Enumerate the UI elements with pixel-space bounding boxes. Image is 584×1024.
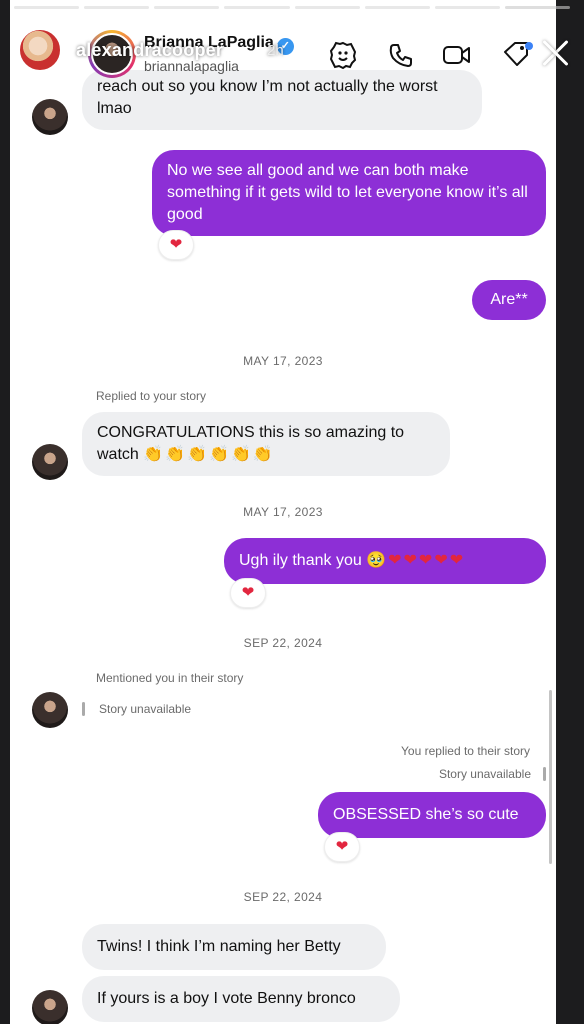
heart-reaction[interactable]: ❤ [324,832,360,862]
message-text: OBSESSED she’s so cute [333,806,519,823]
sender-avatar[interactable] [32,990,68,1024]
message-incoming[interactable]: If yours is a boy I vote Benny bronco [82,976,400,1022]
progress-segment [294,6,360,9]
message-outgoing[interactable]: OBSESSED she’s so cute [318,792,546,838]
story-unavailable-text: Story unavailable [438,767,531,781]
message-incoming[interactable]: CONGRATULATIONS this is so amazing to wa… [82,412,450,476]
story-unavailable-outgoing: Story unavailable [439,767,546,781]
message-outgoing[interactable]: No we see all good and we can both make … [152,150,546,236]
message-outgoing[interactable]: Are** [472,280,546,320]
date-separator: MAY 17, 2023 [243,505,323,519]
progress-segment [434,6,500,9]
date-separator: SEP 22, 2024 [243,890,323,904]
story-author-avatar[interactable] [18,28,62,72]
tag-icon[interactable] [500,38,534,72]
message-text: No we see all good and we can both make … [167,162,528,223]
quote-bar [82,702,85,716]
date-separator: SEP 22, 2024 [243,636,323,650]
message-outgoing[interactable]: Ugh ily thank you 🥹❤❤❤❤❤ [224,538,546,584]
sender-avatar[interactable] [32,99,68,135]
story-time: 2h [267,42,284,59]
heart-reaction[interactable]: ❤ [230,578,266,608]
progress-segment [364,6,430,9]
story-unavailable-text: Story unavailable [99,702,192,716]
phone-icon[interactable] [384,38,418,72]
story-username[interactable]: alexandracooper [76,40,223,61]
message-thread[interactable]: reach out so you know I’m not actually t… [10,0,556,1024]
sender-avatar[interactable] [32,444,68,480]
message-text: Twins! I think I’m naming her Betty [97,938,341,955]
progress-segment [84,6,150,9]
progress-segment [504,6,570,9]
progress-segment [154,6,220,9]
replied-label: Replied to your story [96,389,207,403]
message-text: Ugh ily thank you [239,552,367,569]
mentioned-label: Mentioned you in their story [96,671,244,685]
message-text: Are** [490,291,528,308]
message-incoming[interactable]: Twins! I think I’m naming her Betty [82,924,386,970]
quote-bar [543,767,546,781]
progress-segment [14,6,80,9]
progress-segment [224,6,290,9]
header: Brianna LaPaglia ✓ briannalapaglia alexan… [0,18,584,88]
sender-avatar[interactable] [32,692,68,728]
scrollbar[interactable] [549,690,552,864]
message-text: If yours is a boy I vote Benny bronco [97,990,356,1007]
story-progress [14,6,570,10]
story-unavailable-incoming: Story unavailable [82,702,191,716]
sticker-icon[interactable] [326,38,360,72]
heart-reaction[interactable]: ❤ [158,230,194,260]
video-icon[interactable] [440,38,474,72]
date-separator: MAY 17, 2023 [243,354,323,368]
you-replied-label: You replied to their story [401,744,530,758]
clap-emojis: 👏👏👏👏👏👏 [143,446,275,463]
heart-emojis: 🥹❤❤❤❤❤ [366,552,466,569]
story-frame: reach out so you know I’m not actually t… [10,0,556,1024]
close-icon[interactable] [536,34,574,72]
